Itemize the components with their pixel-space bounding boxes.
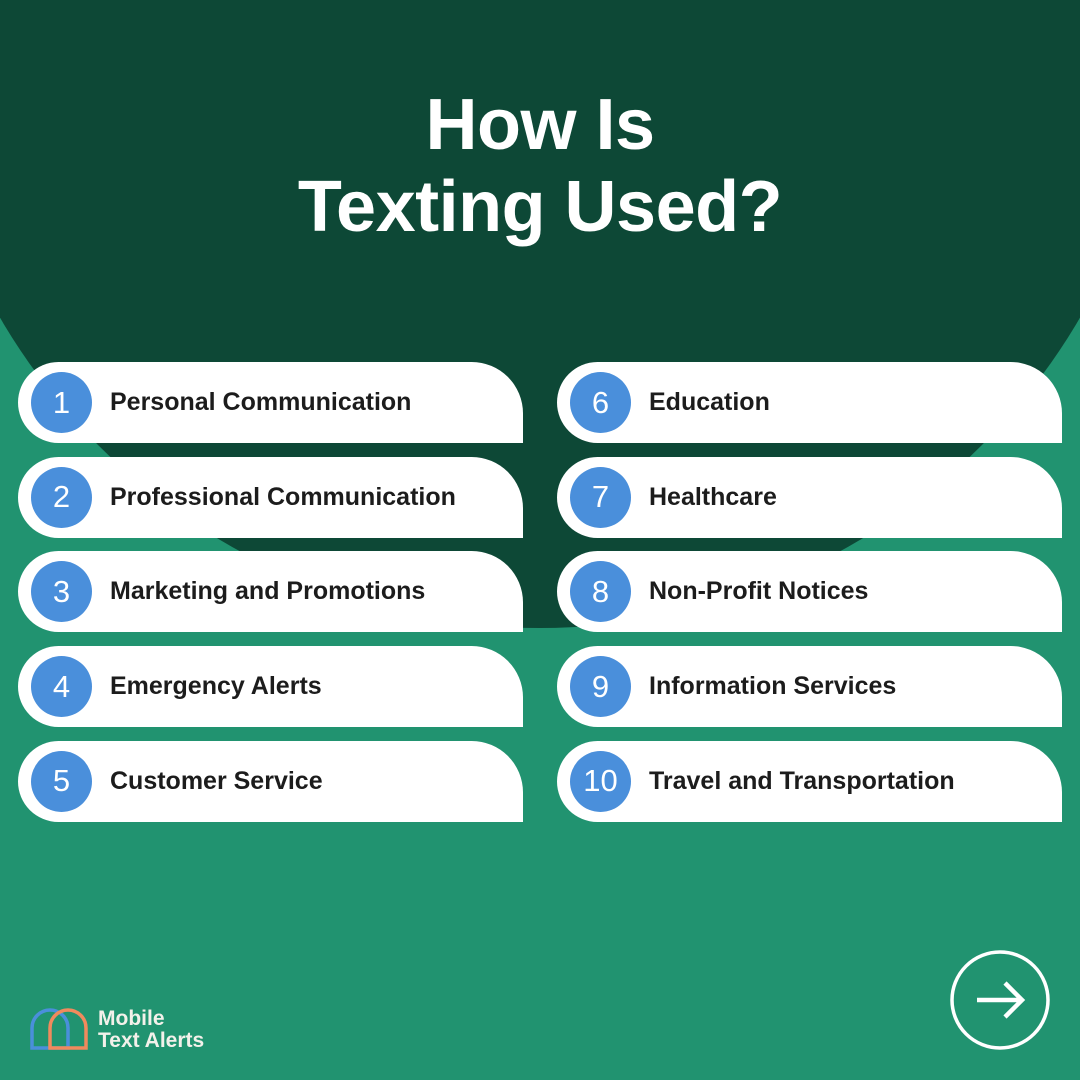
title-line-2: Texting Used? xyxy=(297,167,783,247)
list-item-label: Education xyxy=(649,388,770,416)
list-item: 9 Information Services xyxy=(557,646,1062,728)
title-line-1: How Is xyxy=(425,85,655,165)
list-item: 6 Education xyxy=(557,362,1062,443)
list-item: 5 Customer Service xyxy=(18,740,523,822)
mobile-text-alerts-logo-icon xyxy=(30,1008,88,1050)
list-item-label: Travel and Transportation xyxy=(649,766,955,795)
list-item: 1 Personal Communication xyxy=(18,362,523,443)
list-item: 2 Professional Communication xyxy=(18,456,523,538)
page-title: How Is Texting Used? xyxy=(0,84,1080,248)
list-item-label: Personal Communication xyxy=(110,388,412,416)
list-item: 4 Emergency Alerts xyxy=(18,646,523,728)
number-badge: 8 xyxy=(570,561,631,623)
list-item-label: Information Services xyxy=(649,672,897,701)
brand-line-2: Text Alerts xyxy=(98,1029,205,1052)
list-item: 10 Travel and Transportation xyxy=(557,740,1062,822)
list-item-label: Marketing and Promotions xyxy=(110,577,426,606)
list-item: 7 Healthcare xyxy=(557,456,1062,538)
brand-line-1: Mobile xyxy=(98,1007,165,1030)
list-item: 8 Non-Profit Notices xyxy=(557,551,1062,633)
list-item-label: Professional Communication xyxy=(110,482,456,511)
next-arrow-button[interactable] xyxy=(950,950,1050,1050)
number-badge: 10 xyxy=(570,750,631,812)
list-item-label: Emergency Alerts xyxy=(110,672,322,701)
list-item-label: Non-Profit Notices xyxy=(649,577,869,606)
brand-name: Mobile Text Alerts xyxy=(98,1008,204,1052)
list-item: 3 Marketing and Promotions xyxy=(18,551,523,633)
number-badge: 9 xyxy=(570,656,631,718)
list-item-label: Healthcare xyxy=(649,482,777,511)
number-badge: 3 xyxy=(31,561,92,623)
number-badge: 2 xyxy=(31,466,92,528)
number-badge: 7 xyxy=(570,466,631,528)
number-badge: 5 xyxy=(31,750,92,812)
number-badge: 4 xyxy=(31,656,92,718)
list-item-label: Customer Service xyxy=(110,766,323,795)
number-badge: 1 xyxy=(31,372,92,433)
number-badge: 6 xyxy=(570,372,631,433)
